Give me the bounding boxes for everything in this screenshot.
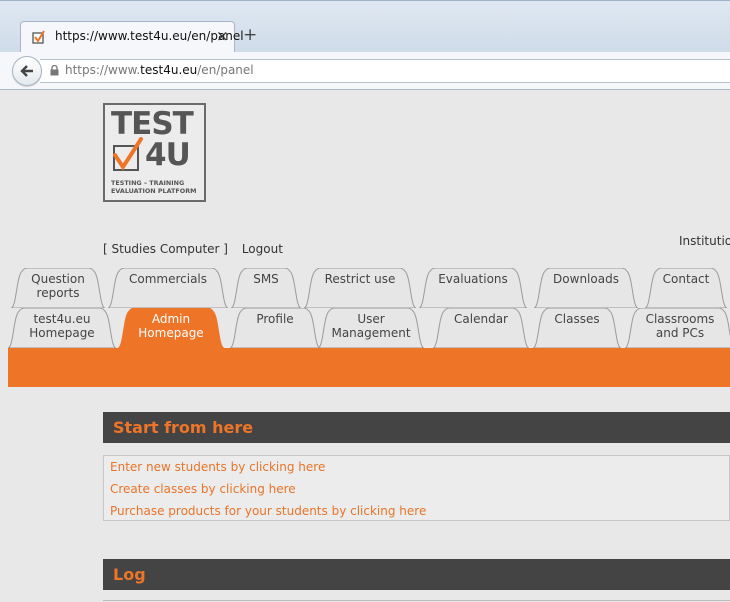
- tab-label: Calendar: [454, 312, 508, 326]
- tab-label: Commercials: [128, 272, 208, 286]
- tab-contact[interactable]: Contact: [645, 268, 727, 308]
- lock-icon: [50, 65, 59, 76]
- tab-restrict-use[interactable]: Restrict use: [304, 268, 416, 308]
- user-line: [ Studies Computer ] Logout: [103, 242, 283, 256]
- tab-classrooms-and-pcs[interactable]: Classrooms and PCs: [625, 308, 730, 348]
- create-classes-link[interactable]: Create classes by clicking here: [110, 482, 296, 496]
- tab-label: Question reports: [31, 272, 85, 300]
- browser-tab[interactable]: https://www.test4u.eu/en/panel ×: [20, 21, 244, 52]
- tab-label: Downloads: [553, 272, 619, 286]
- logo-tagline-1: TESTING – TRAINING: [111, 179, 185, 187]
- back-button[interactable]: [12, 56, 42, 86]
- tab-label: Admin Homepage: [138, 312, 204, 340]
- logo-text-4u: 4U: [145, 137, 191, 173]
- tab-label: User Management: [331, 312, 411, 340]
- tab-sms[interactable]: SMS: [231, 268, 301, 308]
- tab-label: test4u.eu Homepage: [29, 312, 95, 340]
- current-user: [ Studies Computer ]: [103, 242, 228, 256]
- tab-user-management[interactable]: User Management: [318, 308, 424, 348]
- logout-link[interactable]: Logout: [242, 242, 283, 256]
- tab-label: Restrict use: [324, 272, 396, 286]
- menu-row-1: Question reports Commercials SMS Restric…: [8, 268, 730, 308]
- log-divider: [103, 600, 730, 601]
- test4u-logo[interactable]: TEST 4U TESTING – TRAINING EVALUATION PL…: [103, 103, 206, 202]
- orange-menu-bar: [8, 348, 730, 387]
- start-section-title: Start from here: [113, 418, 254, 437]
- checkbox-favicon-icon: [32, 30, 45, 44]
- tab-label: Evaluations: [438, 272, 508, 286]
- logo-tagline-2: EVALUATION PLATFORM: [111, 187, 197, 195]
- tab-question-reports[interactable]: Question reports: [11, 268, 105, 308]
- tab-test4u-homepage[interactable]: test4u.eu Homepage: [8, 308, 116, 348]
- tab-calendar[interactable]: Calendar: [433, 308, 529, 348]
- tab-commercials[interactable]: Commercials: [108, 268, 228, 308]
- url-text: https://www.test4u.eu/en/panel: [65, 63, 254, 77]
- menu-row-2: test4u.eu Homepage Admin Homepage Profil…: [8, 308, 730, 348]
- start-section-header: Start from here: [103, 412, 730, 443]
- tab-label: Profile: [256, 312, 294, 326]
- tab-admin-homepage[interactable]: Admin Homepage: [118, 308, 224, 348]
- log-section-title: Log: [113, 565, 146, 584]
- page-content: TEST 4U TESTING – TRAINING EVALUATION PL…: [8, 90, 730, 602]
- tab-close-icon[interactable]: ×: [216, 27, 229, 45]
- checkmark-icon: [113, 137, 143, 171]
- tab-classes[interactable]: Classes: [533, 308, 621, 348]
- tab-label: Classes: [554, 312, 600, 326]
- tab-downloads[interactable]: Downloads: [534, 268, 638, 308]
- logo-text-test: TEST: [111, 106, 194, 142]
- tab-label: Classrooms and PCs: [645, 312, 715, 340]
- tab-label: SMS: [253, 272, 279, 286]
- navigation-bar: https://www.test4u.eu/en/panel: [0, 52, 730, 90]
- back-arrow-icon: [20, 65, 33, 77]
- enter-students-link[interactable]: Enter new students by clicking here: [110, 460, 325, 474]
- new-tab-icon[interactable]: +: [243, 25, 257, 45]
- tab-evaluations[interactable]: Evaluations: [419, 268, 527, 308]
- address-bar[interactable]: https://www.test4u.eu/en/panel: [40, 59, 730, 83]
- browser-titlebar: https://www.test4u.eu/en/panel × +: [0, 0, 730, 53]
- log-section-header: Log: [103, 559, 730, 590]
- purchase-products-link[interactable]: Purchase products for your students by c…: [110, 504, 426, 518]
- institution-label: Institutio: [679, 234, 730, 248]
- quick-links-box: Enter new students by clicking here Crea…: [103, 455, 730, 521]
- tab-label: Contact: [662, 272, 710, 286]
- tab-profile[interactable]: Profile: [230, 308, 320, 348]
